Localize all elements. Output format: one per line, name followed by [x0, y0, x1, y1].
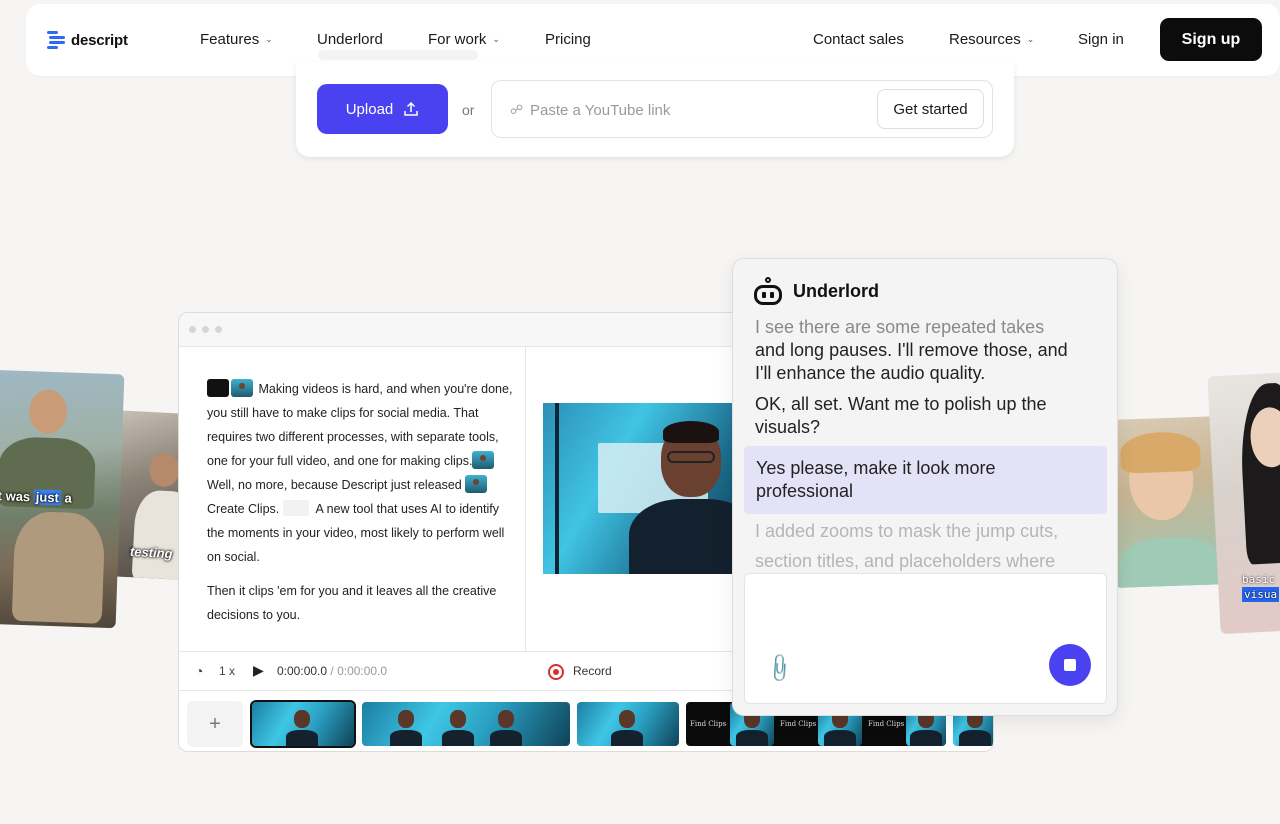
assistant-message: I see there are some repeated takes: [755, 317, 1045, 337]
video-caption: basic visua: [1242, 573, 1280, 602]
chevron-down-icon: ⌄: [265, 34, 273, 44]
prompt-box: 📎: [744, 573, 1107, 704]
chevron-down-icon: ⌄: [492, 34, 500, 44]
window-dot: [215, 326, 222, 333]
underlord-panel: Underlord I see there are some repeated …: [732, 258, 1118, 716]
speed-icon[interactable]: ◔: [195, 663, 203, 679]
side-video-thumbnail: [1109, 416, 1227, 588]
timeline-clip[interactable]: [577, 702, 679, 746]
underlord-title: Underlord: [793, 280, 880, 301]
nav-features[interactable]: Features ⌄: [200, 31, 273, 48]
title-card-thumb: [207, 379, 229, 397]
record-icon[interactable]: [548, 664, 564, 680]
signup-button[interactable]: Sign up: [1160, 18, 1262, 61]
descript-logo-icon: [47, 30, 65, 50]
nav-sign-in[interactable]: Sign in: [1078, 31, 1124, 48]
faded-text-placeholder: [318, 50, 478, 60]
upload-icon: [404, 101, 419, 116]
upload-button[interactable]: Upload: [317, 84, 448, 134]
user-message-text: Yes please, make it look more profession…: [756, 458, 996, 501]
scene-thumb: [231, 379, 253, 397]
assistant-message-pending: I added zooms to mask the jump cuts, sec…: [755, 521, 1059, 571]
script-sentence: Create Clips.: [207, 502, 280, 516]
playback-speed[interactable]: 1 x: [219, 664, 235, 678]
side-video-thumbnail: It was just a: [0, 369, 125, 629]
timeline-clip[interactable]: [250, 700, 356, 748]
add-clip-button[interactable]: +: [187, 701, 243, 747]
blank-scene-thumb: [282, 500, 309, 516]
video-preview[interactable]: [543, 403, 743, 574]
nav-resources[interactable]: Resources ⌄: [949, 31, 1034, 48]
script-text[interactable]: Making videos is hard, and when you're d…: [207, 377, 519, 627]
nav-features-label: Features: [200, 31, 260, 48]
assistant-message: OK, all set. Want me to polish up the vi…: [755, 394, 1047, 437]
underlord-header: Underlord: [753, 277, 879, 305]
brand-logo[interactable]: descript: [47, 30, 128, 50]
link-icon: ☍: [510, 102, 524, 117]
brand-name: descript: [71, 31, 128, 49]
paperclip-icon[interactable]: 📎: [762, 651, 797, 686]
plus-icon: +: [209, 712, 221, 735]
youtube-link-box: ☍ Get started: [491, 80, 993, 138]
nav-resources-label: Resources: [949, 31, 1021, 48]
user-message: Yes please, make it look more profession…: [744, 446, 1107, 514]
video-caption: testing: [129, 543, 173, 562]
nav-pricing[interactable]: Pricing: [545, 31, 591, 48]
nav-pricing-label: Pricing: [545, 31, 591, 48]
nav-sign-in-label: Sign in: [1078, 31, 1124, 48]
script-sentence: Well, no more, because Descript just rel…: [207, 478, 462, 492]
nav-underlord-label: Underlord: [317, 31, 383, 48]
get-started-button[interactable]: Get started: [877, 89, 984, 129]
assistant-message: and long pauses. I'll remove those, and …: [755, 340, 1068, 383]
window-dot: [189, 326, 196, 333]
nav-contact-sales[interactable]: Contact sales: [813, 31, 904, 48]
prompt-input[interactable]: [757, 586, 1093, 646]
timecode: 0:00:00.0 / 0:00:00.0: [277, 664, 388, 678]
upload-button-label: Upload: [345, 100, 394, 118]
or-label: or: [462, 102, 475, 118]
nav-underlord[interactable]: Underlord: [317, 31, 383, 48]
script-paragraph: Then it clips 'em for you and it leaves …: [207, 584, 497, 622]
stop-button[interactable]: [1049, 644, 1091, 686]
nav-for-work-label: For work: [428, 31, 487, 48]
video-caption: It was just a: [0, 487, 73, 506]
stop-icon: [1064, 659, 1076, 671]
nav-contact-sales-label: Contact sales: [813, 31, 904, 48]
nav-for-work[interactable]: For work ⌄: [428, 31, 500, 48]
timeline-clip[interactable]: [362, 702, 570, 746]
upload-card: Upload or ☍ Get started: [296, 50, 1014, 157]
window-dot: [202, 326, 209, 333]
chevron-down-icon: ⌄: [1026, 34, 1035, 44]
script-pane[interactable]: Making videos is hard, and when you're d…: [179, 347, 526, 651]
scene-thumb: [472, 451, 495, 469]
record-label[interactable]: Record: [573, 664, 612, 678]
youtube-link-input[interactable]: [530, 98, 850, 122]
robot-icon: [753, 277, 783, 305]
scene-thumb: [465, 475, 488, 493]
play-icon[interactable]: ▶: [253, 662, 264, 679]
